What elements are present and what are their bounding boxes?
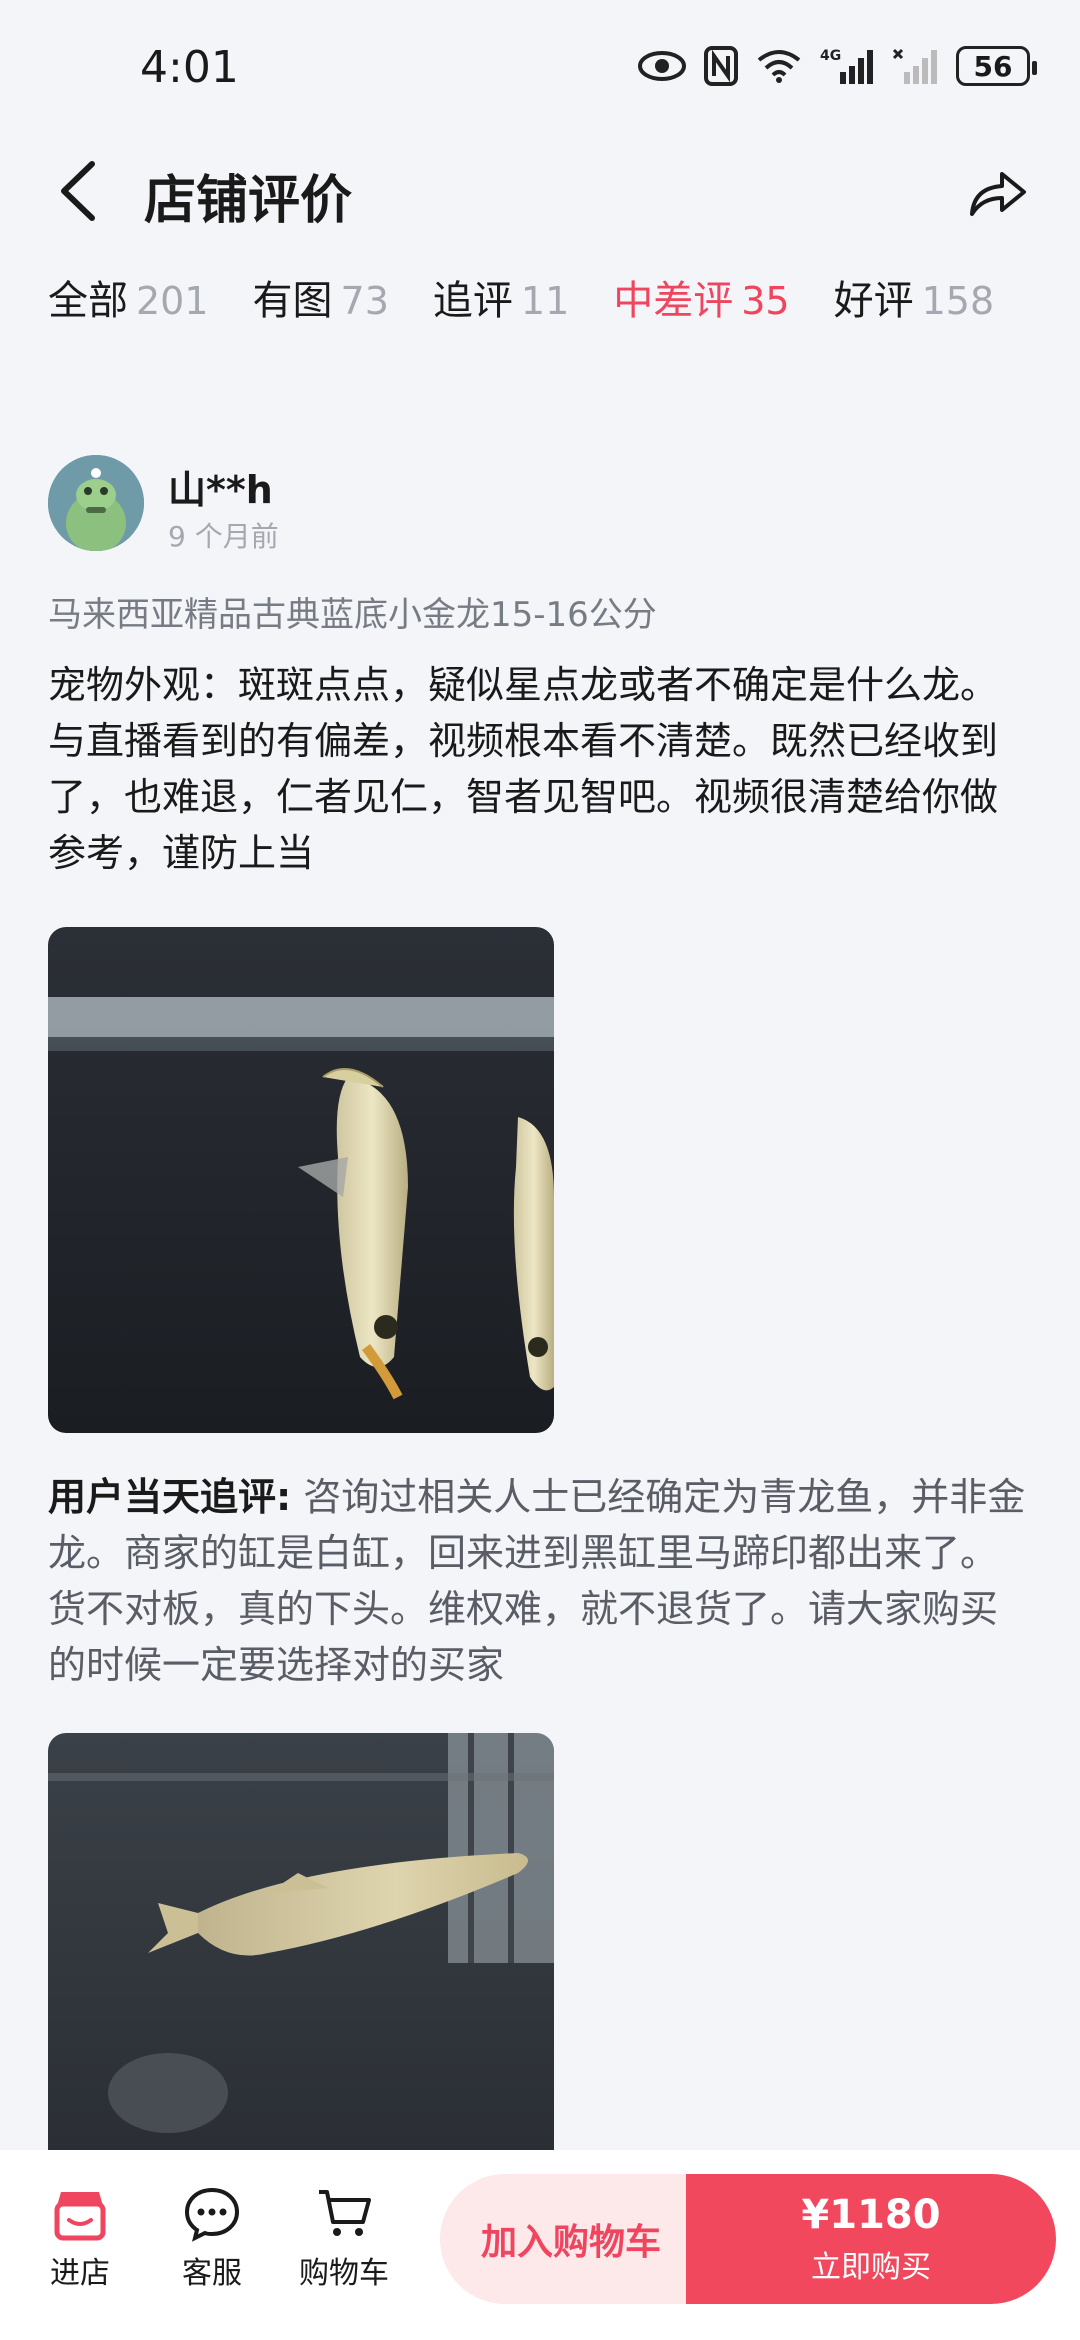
signal-2-icon <box>892 44 938 88</box>
review-photo[interactable] <box>48 1733 554 2163</box>
status-bar: 4:01 4G 56 <box>0 0 1080 140</box>
buy-now-label: 立即购买 <box>811 2250 931 2285</box>
eye-icon <box>638 44 686 88</box>
review-sku: 马来西亚精品古典蓝底小金龙15-16公分 <box>48 595 657 635</box>
tab-count: 158 <box>921 279 995 323</box>
tab-negative[interactable]: 中差评 35 <box>613 268 789 326</box>
review-followup: 用户当天追评: 咨询过相关人士已经确定为青龙鱼，并非金龙。商家的缸是白缸，回来进… <box>48 1469 1032 1693</box>
wifi-icon <box>756 44 802 88</box>
nfc-icon <box>704 44 738 88</box>
tab-with-photos[interactable]: 有图 73 <box>253 268 389 326</box>
page-title: 店铺评价 <box>144 171 353 231</box>
cart-icon <box>319 2190 371 2236</box>
share-button[interactable] <box>966 162 1028 222</box>
fish-photo-image <box>48 1733 554 2163</box>
share-icon <box>970 172 1026 216</box>
signal-icon: 4G <box>820 44 874 88</box>
tab-label: 全部 <box>48 278 128 324</box>
tab-label: 好评 <box>833 278 914 324</box>
avatar-image <box>48 455 144 551</box>
cart-button[interactable]: 购物车 <box>289 2186 399 2292</box>
status-icons: 4G 56 <box>638 44 1037 88</box>
review-photo[interactable] <box>48 927 554 1433</box>
add-to-cart-button[interactable]: 加入购物车 <box>440 2174 702 2304</box>
back-arrow-icon <box>61 161 95 221</box>
bottom-action-bar: 进店 客服 购物车 加入购物车 ¥1180 立即购买 <box>0 2150 1080 2340</box>
review-username[interactable]: 山**h <box>168 459 273 514</box>
back-button[interactable] <box>52 158 112 224</box>
tab-label: 中差评 <box>613 278 734 324</box>
avatar[interactable] <box>48 455 144 551</box>
tab-label: 追评 <box>432 278 513 324</box>
tab-count: 11 <box>520 279 570 323</box>
header: 店铺评价 <box>0 140 1080 240</box>
store-icon <box>54 2192 106 2241</box>
tab-count: 201 <box>136 279 209 323</box>
service-label: 客服 <box>182 2256 242 2291</box>
chat-icon <box>184 2187 240 2242</box>
status-time: 4:01 <box>140 42 239 93</box>
fish-photo-image <box>48 927 554 1433</box>
review-content: 宠物外观：斑斑点点，疑似星点龙或者不确定是什么龙。与直播看到的有偏差，视频根本看… <box>48 663 999 875</box>
tab-label: 有图 <box>252 278 333 324</box>
store-button[interactable]: 进店 <box>25 2186 135 2292</box>
tab-all[interactable]: 全部 201 <box>48 268 209 326</box>
cart-label: 购物车 <box>299 2256 389 2291</box>
customer-service-button[interactable]: 客服 <box>157 2186 267 2292</box>
network-label: 4G <box>820 48 841 64</box>
battery-level: 56 <box>956 46 1037 86</box>
tab-count: 73 <box>340 279 389 323</box>
battery-icon: 56 <box>956 44 1037 88</box>
tab-positive[interactable]: 好评 158 <box>834 268 995 326</box>
product-price: ¥1180 <box>801 2192 941 2238</box>
review-filter-tabs: 全部 201 有图 73 追评 11 中差评 35 好评 158 <box>48 268 994 326</box>
buy-now-button[interactable]: ¥1180 立即购买 <box>686 2174 1056 2304</box>
tab-count: 35 <box>741 279 790 323</box>
followup-label: 用户当天追评: <box>48 1475 292 1519</box>
store-label: 进店 <box>50 2256 110 2291</box>
review-time: 9 个月前 <box>168 520 279 553</box>
tab-followup[interactable]: 追评 11 <box>433 268 569 326</box>
